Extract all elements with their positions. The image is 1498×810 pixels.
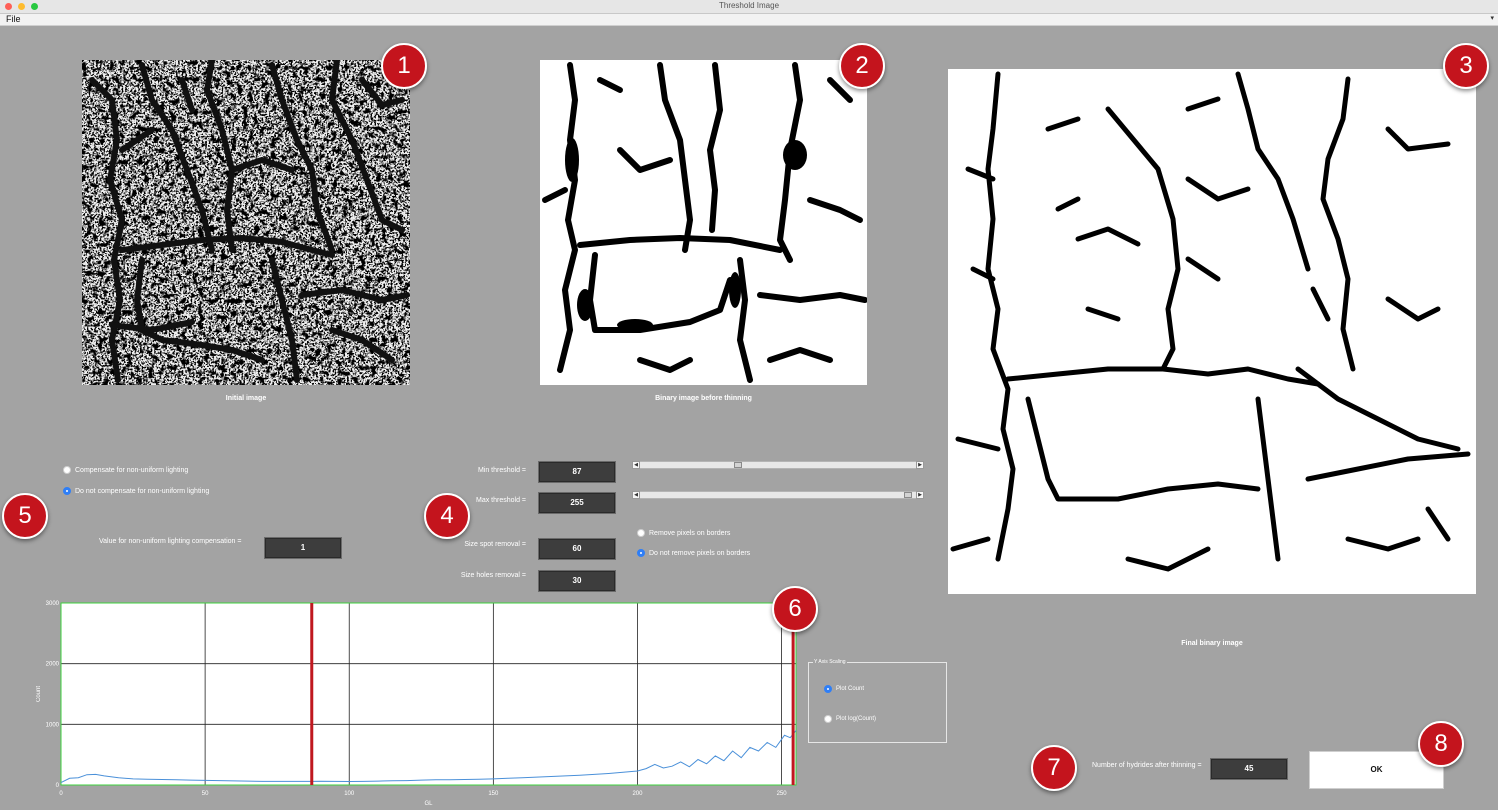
callout-badge-6: 6	[772, 586, 818, 632]
title-bar: Threshold Image	[0, 0, 1498, 14]
slider-right-arrow-icon[interactable]: ▶	[916, 461, 924, 469]
plot-log-count-radio[interactable]	[824, 715, 832, 723]
y-tick-label: 1000	[46, 722, 60, 728]
y-axis-label: Count	[36, 686, 42, 702]
lighting-value-input[interactable]: 1	[264, 537, 342, 559]
menu-overflow-icon[interactable]: ▾	[1490, 14, 1494, 22]
y-tick-label: 2000	[46, 662, 60, 668]
holes-removal-label: Size holes removal =	[460, 572, 526, 579]
callout-badge-4: 4	[424, 493, 470, 539]
menu-bar: File ▾	[0, 14, 1498, 26]
remove-borders-label: Remove pixels on borders	[649, 530, 731, 537]
callout-badge-1: 1	[381, 43, 427, 89]
menu-file[interactable]: File	[6, 14, 21, 24]
callout-badge-8: 8	[1418, 721, 1464, 767]
plot-count-label: Plot Count	[836, 686, 865, 692]
y-tick-label: 0	[56, 783, 60, 789]
initial-image	[82, 60, 410, 385]
plot-area	[61, 603, 796, 785]
window-title: Threshold Image	[718, 1, 780, 10]
final-image	[948, 69, 1476, 594]
keep-borders-radio[interactable]	[637, 549, 645, 557]
callout-badge-7: 7	[1031, 745, 1077, 791]
max-threshold-slider-thumb[interactable]	[904, 492, 912, 498]
holes-removal-input[interactable]: 30	[538, 570, 616, 592]
min-threshold-label: Min threshold =	[477, 467, 526, 474]
remove-borders-radio[interactable]	[637, 529, 645, 537]
x-axis-label: GL	[424, 801, 433, 805]
hydrides-count-value: 45	[1210, 758, 1288, 780]
slider-right-arrow-icon[interactable]: ▶	[916, 491, 924, 499]
plot-count-radio[interactable]	[824, 685, 832, 693]
callout-badge-3: 3	[1443, 43, 1489, 89]
final-image-caption: Final binary image	[1181, 640, 1243, 647]
min-threshold-input[interactable]: 87	[538, 461, 616, 483]
histogram-chart: 0 50 100 150 200 250 0 1000 2000 3000 Count GL	[36, 600, 806, 807]
x-tick-label: 150	[488, 791, 499, 797]
keep-borders-label: Do not remove pixels on borders	[649, 550, 751, 557]
compensate-lighting-label: Compensate for non-uniform lighting	[75, 467, 189, 474]
compensate-lighting-radio[interactable]	[63, 466, 71, 474]
y-axis-scaling-group: Y Axis Scaling Plot Count Plot log(Count…	[808, 659, 947, 743]
spot-removal-input[interactable]: 60	[538, 538, 616, 560]
binary-image	[540, 60, 867, 385]
y-axis-scaling-title: Y Axis Scaling	[813, 659, 847, 665]
y-tick-label: 3000	[46, 601, 60, 607]
hydrides-count-label: Number of hydrides after thinning =	[1092, 762, 1202, 769]
callout-badge-5: 5	[2, 493, 48, 539]
slider-left-arrow-icon[interactable]: ◀	[632, 461, 640, 469]
spot-removal-label: Size spot removal =	[464, 541, 526, 548]
no-compensate-lighting-label: Do not compensate for non-uniform lighti…	[75, 488, 210, 495]
slider-left-arrow-icon[interactable]: ◀	[632, 491, 640, 499]
x-tick-label: 0	[59, 791, 63, 797]
x-tick-label: 100	[344, 791, 355, 797]
initial-image-caption: Initial image	[225, 395, 267, 402]
callout-badge-2: 2	[839, 43, 885, 89]
max-threshold-input[interactable]: 255	[538, 492, 616, 514]
min-threshold-slider-thumb[interactable]	[734, 462, 742, 468]
max-threshold-slider[interactable]: ◀ ▶	[632, 491, 924, 499]
plot-log-count-label: Plot log(Count)	[836, 716, 877, 722]
binary-image-caption: Binary image before thinning	[655, 395, 752, 402]
x-tick-label: 250	[777, 791, 788, 797]
min-threshold-slider[interactable]: ◀ ▶	[632, 461, 924, 469]
no-compensate-lighting-radio[interactable]	[63, 487, 71, 495]
x-tick-label: 50	[202, 791, 209, 797]
lighting-value-label: Value for non-uniform lighting compensat…	[99, 538, 242, 545]
x-tick-label: 200	[632, 791, 643, 797]
